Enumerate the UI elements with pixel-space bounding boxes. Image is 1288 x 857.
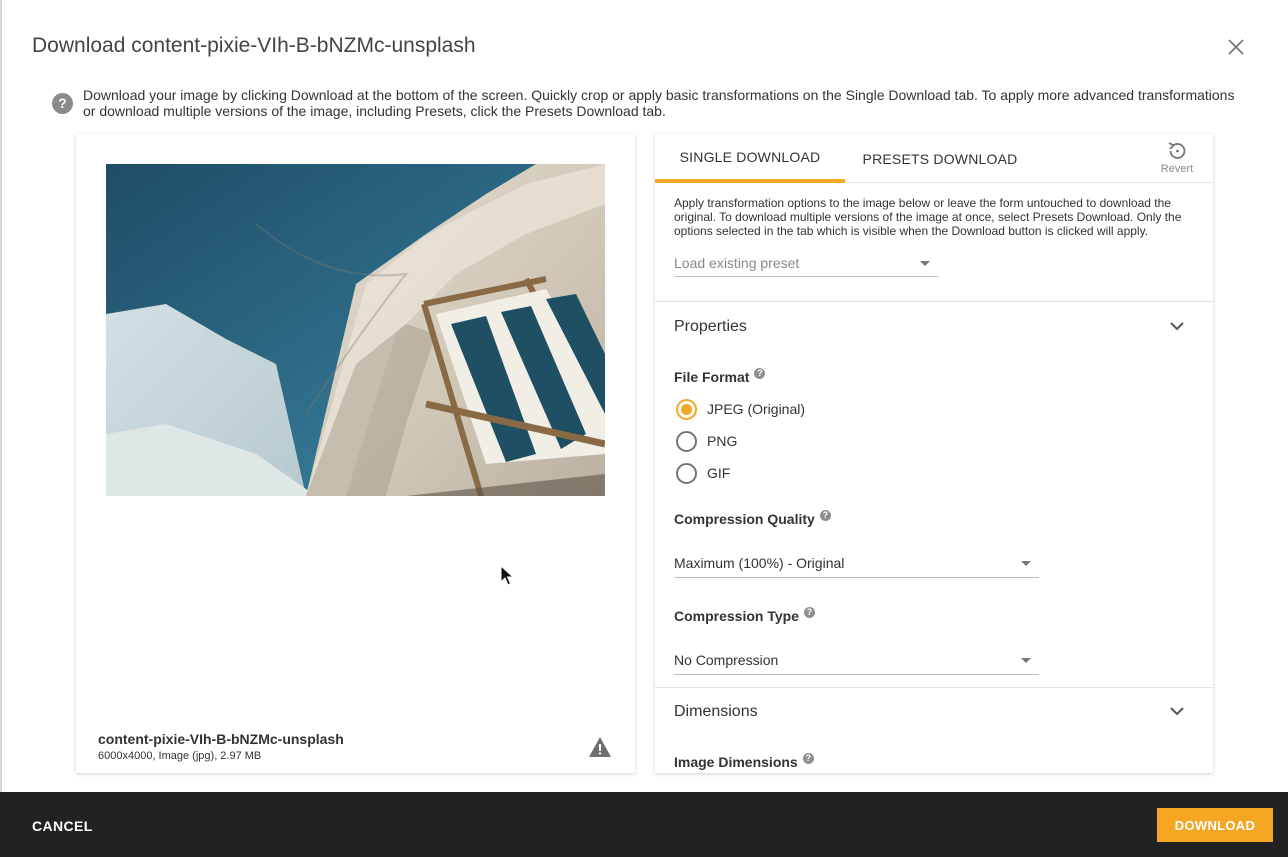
close-icon — [1228, 39, 1244, 55]
compression-type-text: Compression Type — [674, 608, 799, 624]
warning-triangle-icon[interactable] — [588, 736, 612, 758]
pool-photo — [106, 164, 605, 496]
compression-quality-label: Compression Quality ? — [674, 509, 831, 527]
revert-icon — [1168, 142, 1186, 159]
tab-bar: SINGLE DOWNLOAD PRESETS DOWNLOAD Revert — [655, 134, 1213, 183]
help-badge-icon[interactable]: ? — [819, 509, 831, 521]
revert-button[interactable]: Revert — [1155, 140, 1199, 180]
load-preset-placeholder: Load existing preset — [674, 254, 800, 271]
help-badge-icon[interactable]: ? — [802, 752, 814, 764]
help-badge-icon[interactable]: ? — [804, 606, 815, 618]
dialog-title: Download content-pixie-VIh-B-bNZMc-unspl… — [32, 34, 476, 57]
revert-label: Revert — [1160, 163, 1194, 175]
preview-panel: content-pixie-VIh-B-bNZMc-unsplash 6000x… — [76, 134, 635, 773]
dialog-footer: CANCEL DOWNLOAD — [0, 792, 1288, 857]
help-circle-icon: ? — [52, 93, 73, 114]
format-label-gif: GIF — [707, 465, 731, 481]
cancel-button[interactable]: CANCEL — [32, 818, 93, 834]
download-button[interactable]: DOWNLOAD — [1157, 808, 1273, 842]
compression-quality-value: Maximum (100%) - Original — [674, 554, 845, 571]
compression-type-value: No Compression — [674, 651, 779, 668]
radio-png[interactable] — [676, 430, 697, 452]
chevron-down-icon — [1170, 707, 1184, 716]
file-format-label: File Format ? — [674, 367, 766, 385]
compression-quality-select[interactable]: Maximum (100%) - Original — [674, 548, 1039, 578]
radio-jpeg[interactable] — [676, 398, 697, 420]
info-text: Download your image by clicking Download… — [83, 87, 1235, 119]
tab-single-download[interactable]: SINGLE DOWNLOAD — [655, 134, 845, 183]
dimensions-title: Dimensions — [674, 703, 758, 720]
format-option-gif[interactable]: GIF — [676, 462, 730, 484]
properties-section-header[interactable]: Properties — [655, 302, 1213, 350]
format-option-png[interactable]: PNG — [676, 430, 737, 452]
preview-image — [106, 164, 605, 496]
download-dialog: Download content-pixie-VIh-B-bNZMc-unspl… — [0, 0, 1288, 857]
chevron-down-icon — [1170, 322, 1184, 331]
radio-gif[interactable] — [676, 462, 697, 484]
tab-presets-download[interactable]: PRESETS DOWNLOAD — [845, 134, 1035, 183]
file-format-text: File Format — [674, 369, 750, 385]
compression-type-label: Compression Type ? — [674, 606, 815, 624]
close-button[interactable] — [1224, 35, 1248, 59]
mouse-cursor-icon — [500, 565, 514, 586]
load-preset-select[interactable]: Load existing preset — [674, 249, 938, 277]
compression-type-select[interactable]: No Compression — [674, 645, 1039, 675]
dropdown-arrow-icon — [920, 260, 930, 266]
file-name: content-pixie-VIh-B-bNZMc-unsplash — [98, 731, 344, 747]
compression-quality-text: Compression Quality — [674, 511, 815, 527]
info-row: ? Download your image by clicking Downlo… — [52, 87, 1242, 119]
dropdown-arrow-icon — [1021, 657, 1031, 663]
image-dimensions-text: Image Dimensions — [674, 754, 798, 770]
dimensions-section-header[interactable]: Dimensions — [655, 687, 1213, 735]
format-label-png: PNG — [707, 433, 738, 449]
background-edge — [0, 0, 2, 792]
format-option-jpeg[interactable]: JPEG (Original) — [676, 398, 805, 420]
image-dimensions-label: Image Dimensions ? — [674, 752, 814, 770]
options-panel: SINGLE DOWNLOAD PRESETS DOWNLOAD Revert … — [655, 134, 1213, 773]
help-badge-icon[interactable]: ? — [754, 367, 766, 379]
format-label-jpeg: JPEG (Original) — [707, 401, 806, 417]
file-meta: 6000x4000, Image (jpg), 2.97 MB — [98, 750, 262, 762]
dropdown-arrow-icon — [1021, 560, 1031, 566]
properties-title: Properties — [674, 318, 747, 335]
single-download-description: Apply transformation options to the imag… — [674, 196, 1182, 238]
